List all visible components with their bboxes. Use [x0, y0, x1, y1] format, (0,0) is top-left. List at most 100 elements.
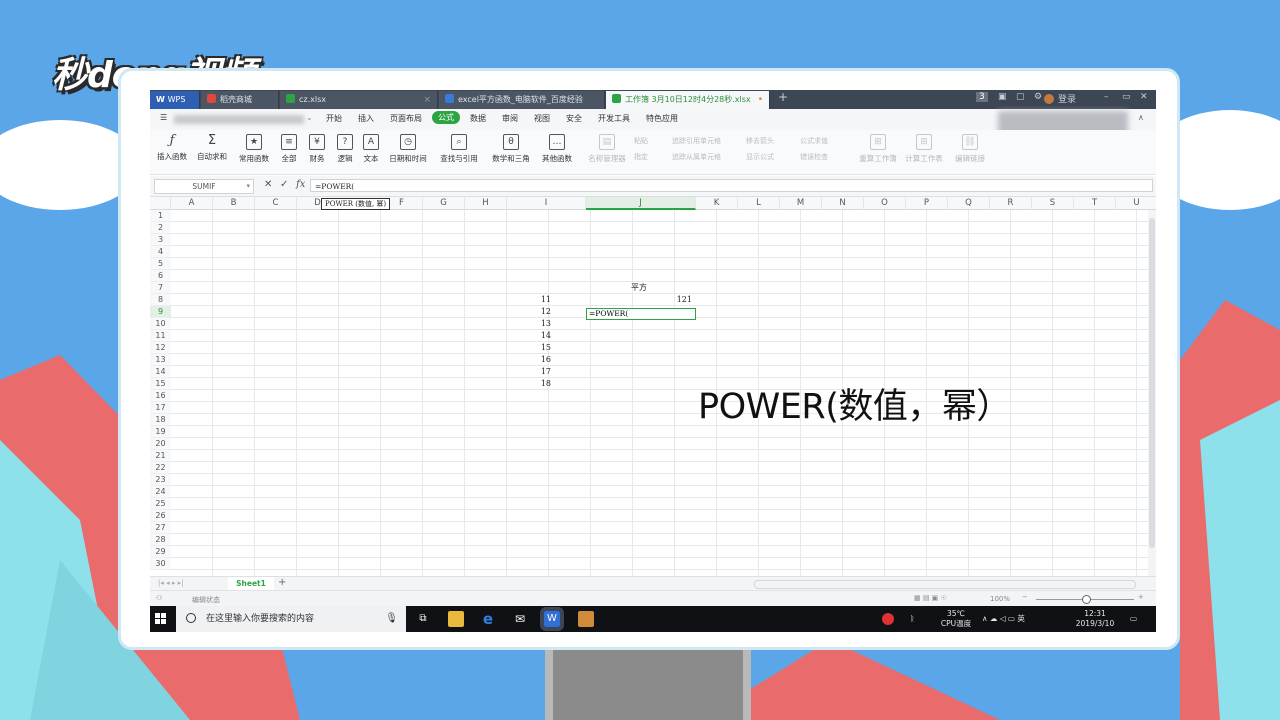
- row-header-10[interactable]: 10: [150, 318, 171, 330]
- cell-j7[interactable]: 平方: [586, 282, 692, 294]
- badge-count[interactable]: 3: [976, 92, 988, 102]
- column-header-h[interactable]: H: [465, 197, 507, 210]
- autosum-button[interactable]: Σ 自动求和: [194, 134, 230, 162]
- name-box[interactable]: SUMIF ▾: [154, 179, 254, 194]
- column-header-o[interactable]: O: [864, 197, 906, 210]
- collapse-ribbon-icon[interactable]: ∧: [1138, 113, 1144, 122]
- row-header-29[interactable]: 29: [150, 546, 171, 558]
- row-header-7[interactable]: 7: [150, 282, 171, 294]
- maximize-icon[interactable]: ▭: [1122, 92, 1131, 102]
- row-header-13[interactable]: 13: [150, 354, 171, 366]
- row-header-15[interactable]: 15: [150, 378, 171, 390]
- login-link[interactable]: 登录: [1058, 92, 1076, 105]
- row-header-6[interactable]: 6: [150, 270, 171, 282]
- horizontal-scrollbar[interactable]: [754, 580, 1136, 589]
- logic-button[interactable]: ? 逻辑: [334, 134, 356, 164]
- column-header-k[interactable]: K: [696, 197, 738, 210]
- row-header-25[interactable]: 25: [150, 498, 171, 510]
- chevron-down-icon[interactable]: ⌄: [306, 113, 313, 122]
- sheet-nav-icons[interactable]: |◂ ◂ ▸ ▸|: [158, 579, 183, 587]
- tab-docer-store[interactable]: 稻壳商城: [201, 91, 279, 109]
- view-mode-icons[interactable]: ▦ ▤ ▣ ☉: [914, 594, 947, 602]
- column-header-l[interactable]: L: [738, 197, 780, 210]
- settings-icon[interactable]: ⚙: [1034, 92, 1042, 102]
- text-button[interactable]: A 文本: [360, 134, 382, 164]
- row-header-22[interactable]: 22: [150, 462, 171, 474]
- menu-insert[interactable]: 插入: [358, 113, 374, 124]
- trace-dependents-button[interactable]: 追踪从属单元格: [672, 152, 721, 162]
- close-tab-icon[interactable]: ×: [423, 91, 431, 109]
- menu-special[interactable]: 特色应用: [646, 113, 678, 124]
- scroll-thumb[interactable]: [1149, 218, 1155, 548]
- edge-icon[interactable]: e: [480, 611, 496, 627]
- column-header-b[interactable]: B: [213, 197, 255, 210]
- menu-view[interactable]: 视图: [534, 113, 550, 124]
- menu-data[interactable]: 数据: [470, 113, 486, 124]
- row-header-19[interactable]: 19: [150, 426, 171, 438]
- tab-baidu-jingyan[interactable]: excel平方函数_电脑软件_百度经验: [439, 91, 605, 109]
- close-window-icon[interactable]: ✕: [1140, 92, 1148, 102]
- tab-wps[interactable]: W WPS: [150, 91, 200, 109]
- file-explorer-icon[interactable]: [448, 611, 464, 627]
- column-header-s[interactable]: S: [1032, 197, 1074, 210]
- row-header-8[interactable]: 8: [150, 294, 171, 306]
- tab-workbook[interactable]: 工作簿 3月10日12时4分28秒.xlsx •: [606, 91, 770, 109]
- confirm-icon[interactable]: ✓: [280, 179, 288, 190]
- remove-arrows-button[interactable]: 移去箭头: [746, 136, 774, 146]
- row-header-27[interactable]: 27: [150, 522, 171, 534]
- error-check-button[interactable]: 错误检查: [800, 152, 828, 162]
- avatar[interactable]: [1044, 94, 1054, 104]
- chevron-down-icon[interactable]: ▾: [246, 180, 250, 193]
- show-formulas-button[interactable]: 显示公式: [746, 152, 774, 162]
- row-header-30[interactable]: 30: [150, 558, 171, 570]
- datetime-button[interactable]: ◷ 日期和时间: [386, 134, 430, 164]
- row-header-17[interactable]: 17: [150, 402, 171, 414]
- new-tab-button[interactable]: +: [778, 90, 788, 104]
- cell-i15[interactable]: 18: [503, 378, 551, 390]
- menu-formula[interactable]: 公式: [432, 111, 460, 124]
- row-header-26[interactable]: 26: [150, 510, 171, 522]
- recalc-workbook-button[interactable]: ⊞ 重算工作簿: [856, 134, 900, 164]
- row-header-11[interactable]: 11: [150, 330, 171, 342]
- active-cell-j9[interactable]: =POWER(: [586, 308, 696, 320]
- cell-i8[interactable]: 11: [503, 294, 551, 306]
- cell-i13[interactable]: 16: [503, 354, 551, 366]
- lookup-button[interactable]: ⌕ 查找与引用: [436, 134, 482, 164]
- edit-links-button[interactable]: ⛓ 编辑链接: [950, 134, 990, 164]
- zoom-out-icon[interactable]: −: [1022, 593, 1028, 601]
- column-header-p[interactable]: P: [906, 197, 948, 210]
- cell-i14[interactable]: 17: [503, 366, 551, 378]
- row-header-18[interactable]: 18: [150, 414, 171, 426]
- row-header-1[interactable]: 1: [150, 210, 171, 222]
- vertical-scrollbar[interactable]: [1148, 210, 1156, 576]
- taskbar-search[interactable]: 在这里输入你要搜索的内容 🎙: [176, 606, 406, 632]
- menu-page-layout[interactable]: 页面布局: [390, 113, 422, 124]
- add-sheet-button[interactable]: +: [278, 577, 286, 588]
- menu-start[interactable]: 开始: [326, 113, 342, 124]
- cell-i11[interactable]: 14: [503, 330, 551, 342]
- column-header-j[interactable]: J: [586, 197, 696, 210]
- row-header-3[interactable]: 3: [150, 234, 171, 246]
- insert-function-button[interactable]: ƒ 插入函数: [156, 134, 188, 162]
- trace-precedents-button[interactable]: 追踪引用单元格: [672, 136, 721, 146]
- column-header-u[interactable]: U: [1116, 197, 1156, 210]
- antivirus-icon[interactable]: [882, 613, 894, 625]
- zoom-slider-handle[interactable]: [1082, 595, 1091, 604]
- menu-review[interactable]: 审阅: [502, 113, 518, 124]
- menu-developer[interactable]: 开发工具: [598, 113, 630, 124]
- column-header-n[interactable]: N: [822, 197, 864, 210]
- name-manager-button[interactable]: ▤ 名称管理器: [586, 134, 628, 164]
- task-view-icon[interactable]: ⧉: [415, 611, 431, 627]
- cancel-icon[interactable]: ✕: [264, 179, 272, 190]
- specify-button[interactable]: 指定: [634, 152, 648, 162]
- row-header-12[interactable]: 12: [150, 342, 171, 354]
- tab-cz-xlsx[interactable]: cz.xlsx ×: [280, 91, 438, 109]
- row-header-9[interactable]: 9: [150, 306, 171, 318]
- evaluate-formula-button[interactable]: 公式求值: [800, 136, 828, 146]
- row-header-2[interactable]: 2: [150, 222, 171, 234]
- menu-security[interactable]: 安全: [566, 113, 582, 124]
- column-header-i[interactable]: I: [507, 197, 586, 210]
- common-functions-button[interactable]: ★ 常用函数: [236, 134, 272, 164]
- column-header-t[interactable]: T: [1074, 197, 1116, 210]
- math-trig-button[interactable]: θ 数学和三角: [488, 134, 534, 164]
